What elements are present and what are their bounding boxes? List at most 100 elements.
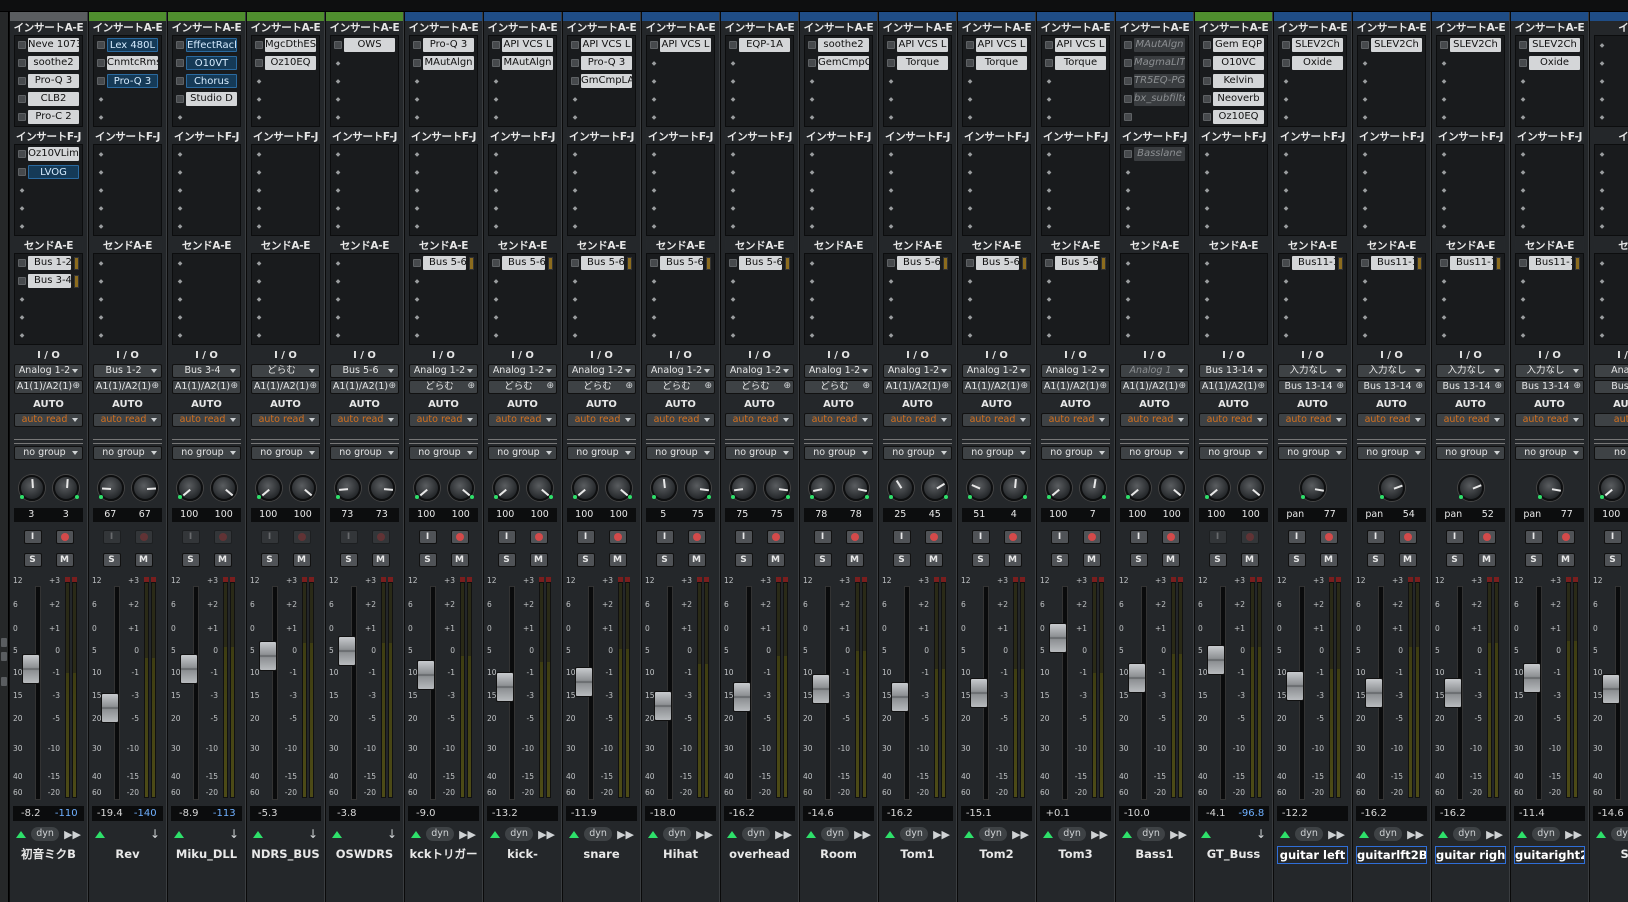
insert-slot[interactable]: ◆ — [173, 181, 240, 199]
send-slot[interactable]: ◆ — [726, 290, 793, 308]
automation-mode-selector[interactable]: auto read — [1278, 413, 1347, 427]
insert-plugin-button[interactable]: TR5EQ-PG — [1134, 74, 1185, 88]
track-name[interactable]: snare — [566, 846, 637, 864]
insert-slot[interactable]: ◆ — [252, 217, 319, 235]
send-slot[interactable]: ◆ — [1042, 290, 1109, 308]
down-arrow-icon[interactable]: ↓ — [308, 827, 318, 841]
send-slot[interactable]: ◆ — [1121, 254, 1188, 272]
insert-slot[interactable]: ◆ — [963, 108, 1030, 126]
send-slot[interactable]: ◆ — [410, 308, 477, 326]
insert-slot[interactable]: ◆ — [884, 108, 951, 126]
insert-slot[interactable]: SLEV2Ch — [1437, 36, 1504, 54]
send-slot[interactable]: ◆ — [1358, 308, 1425, 326]
dyn-button[interactable]: dyn — [979, 827, 1007, 841]
insert-slot[interactable]: SLEV2Ch — [1358, 36, 1425, 54]
fast-forward-icon[interactable]: ▶▶ — [1565, 828, 1582, 841]
insert-slot[interactable]: ◆ — [1437, 72, 1504, 90]
automation-mode-selector[interactable]: auto read — [646, 413, 715, 427]
send-slot[interactable]: ◆ — [173, 326, 240, 344]
send-slot[interactable]: ◆ — [568, 272, 635, 290]
send-mute-icon[interactable] — [18, 259, 26, 267]
insert-bypass-icon[interactable] — [966, 41, 974, 49]
insert-slot[interactable]: ◆ — [252, 163, 319, 181]
send-slot[interactable]: Bus 5-6 — [1042, 254, 1109, 272]
send-bus-button[interactable]: Bus 3-4 — [28, 274, 71, 288]
insert-slot[interactable]: ◆ — [331, 72, 398, 90]
insert-slot[interactable]: ◆ — [647, 72, 714, 90]
insert-slot[interactable]: ◆ — [410, 199, 477, 217]
down-arrow-icon[interactable]: ↓ — [229, 827, 239, 841]
automation-mode-selector[interactable]: auto read — [1515, 413, 1584, 427]
dyn-button[interactable]: dyn — [1058, 827, 1086, 841]
send-slot[interactable]: ◆ — [1595, 326, 1628, 344]
send-bus-button[interactable]: Bus 5-6 — [423, 256, 466, 270]
record-arm-button[interactable] — [371, 530, 390, 544]
output-selector[interactable]: Bus 13-14 — [1278, 380, 1347, 394]
input-monitor-button[interactable]: I — [576, 530, 595, 544]
send-bus-button[interactable]: Bus 5-6 — [1055, 256, 1098, 270]
insert-slot[interactable]: Basslane — [1121, 145, 1188, 163]
insert-slot[interactable]: SLEV2Ch — [1279, 36, 1346, 54]
insert-slot[interactable]: ◆ — [726, 54, 793, 72]
volume-fader[interactable] — [891, 681, 909, 712]
insert-slot[interactable]: ◆ — [252, 108, 319, 126]
pan-knob[interactable] — [526, 475, 553, 501]
pan-knob[interactable] — [1203, 475, 1230, 501]
insert-plugin-button[interactable]: Chorus — [186, 74, 237, 88]
record-arm-button[interactable] — [529, 530, 548, 544]
insert-slot[interactable]: API VCS L — [1042, 36, 1109, 54]
output-selector[interactable]: A1(1)/A2(1) — [93, 380, 162, 394]
input-monitor-button[interactable]: I — [655, 530, 674, 544]
fast-forward-icon[interactable]: ▶▶ — [1091, 828, 1108, 841]
insert-slot[interactable]: ◆ — [647, 90, 714, 108]
insert-slot[interactable]: LVOG — [15, 163, 82, 181]
insert-slot[interactable]: ◆ — [1279, 217, 1346, 235]
output-selector[interactable]: A1(1)/A2(1) — [14, 380, 83, 394]
pan-knob[interactable] — [1079, 475, 1106, 501]
insert-slot[interactable]: ◆ — [805, 217, 872, 235]
volume-fader[interactable] — [1207, 644, 1225, 675]
automation-mode-selector[interactable]: auto read — [488, 413, 557, 427]
send-slot[interactable]: ◆ — [15, 290, 82, 308]
insert-slot[interactable]: ◆ — [410, 145, 477, 163]
insert-slot[interactable]: API VCS L — [489, 36, 556, 54]
send-slot[interactable]: ◆ — [1437, 326, 1504, 344]
track-name[interactable]: overhead — [724, 846, 795, 864]
track-name[interactable]: kckトリガー — [408, 846, 479, 864]
insert-slot[interactable]: ◆ — [647, 199, 714, 217]
insert-slot[interactable]: ◆ — [1358, 163, 1425, 181]
send-bus-button[interactable]: Bus11-12 — [1529, 256, 1572, 270]
insert-slot[interactable]: ◆ — [331, 181, 398, 199]
send-slot[interactable]: Bus 5-6 — [647, 254, 714, 272]
group-selector[interactable]: no group — [488, 446, 557, 460]
mute-button[interactable]: M — [1003, 553, 1022, 567]
fast-forward-icon[interactable]: ▶▶ — [775, 828, 792, 841]
input-selector[interactable]: Analog 1-2 — [646, 364, 715, 378]
insert-bypass-icon[interactable] — [1124, 59, 1132, 67]
insert-slot[interactable]: ◆ — [1595, 163, 1628, 181]
send-slot[interactable]: ◆ — [252, 290, 319, 308]
group-selector[interactable]: no group — [172, 446, 241, 460]
insert-slot[interactable]: Pro-C 2 — [15, 108, 82, 126]
volume-fader[interactable] — [417, 659, 435, 690]
input-selector[interactable]: Bus 1-2 — [93, 364, 162, 378]
output-selector[interactable]: どらむ — [804, 380, 873, 394]
solo-button[interactable]: S — [1129, 553, 1148, 567]
insert-slot[interactable]: ◆ — [94, 90, 161, 108]
insert-slot[interactable]: ◆ — [805, 90, 872, 108]
track-name[interactable]: Tom3 — [1040, 846, 1111, 864]
send-bus-button[interactable]: Bus 5-6 — [976, 256, 1019, 270]
input-selector[interactable]: 入力なし — [1436, 364, 1505, 378]
track-name[interactable]: 初音ミクB — [13, 846, 84, 864]
record-arm-button[interactable] — [1319, 530, 1338, 544]
mute-button[interactable]: M — [1319, 553, 1338, 567]
insert-slot[interactable]: Gem EQP — [1200, 36, 1267, 54]
insert-slot[interactable]: ◆ — [726, 145, 793, 163]
insert-bypass-icon[interactable] — [1519, 41, 1527, 49]
pan-knob[interactable] — [729, 475, 756, 501]
dyn-button[interactable]: dyn — [1295, 827, 1323, 841]
send-slot[interactable]: Bus11-12 — [1437, 254, 1504, 272]
automation-mode-selector[interactable]: auto read — [330, 413, 399, 427]
insert-slot[interactable]: TR5EQ-PG — [1121, 72, 1188, 90]
pan-knob[interactable] — [1045, 475, 1072, 501]
